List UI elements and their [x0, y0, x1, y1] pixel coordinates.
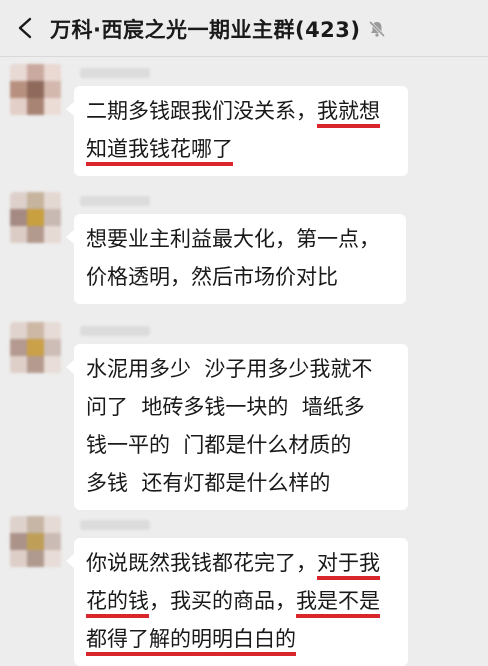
- sender-name-blurred: [80, 520, 150, 530]
- bell-muted-icon: [368, 20, 386, 38]
- underlined-text: 花的钱: [86, 589, 149, 618]
- message-text: 水泥用多少 沙子用多少我就不: [86, 357, 373, 381]
- message-line: 二期多钱跟我们没关系，我就想: [86, 92, 396, 130]
- message-line: 都得了解的明明白白的: [86, 620, 396, 658]
- message-line: 想要业主利益最大化，第一点，: [86, 220, 394, 258]
- avatar[interactable]: [10, 516, 62, 568]
- chat-header: 万科·西宸之光一期业主群(423): [0, 0, 488, 57]
- message-line: 花的钱，我买的商品，我是不是: [86, 582, 396, 620]
- message-text: 二期多钱跟我们没关系，: [86, 99, 317, 123]
- message-text: 问了 地砖多钱一块的 墙纸多: [86, 395, 365, 419]
- underlined-text: 对于我: [317, 551, 380, 580]
- chevron-left-icon[interactable]: [14, 16, 38, 40]
- message-text: 价格透明，然后市场价对比: [86, 265, 338, 289]
- underlined-text: 我是不是: [296, 589, 380, 618]
- underlined-text: 都得了解的明明白白的: [86, 627, 296, 656]
- sender-name-blurred: [80, 68, 150, 78]
- message-text: 想要业主利益最大化，第一点，: [86, 227, 380, 251]
- message-text: 钱一平的 门都是什么材质的: [86, 433, 352, 457]
- message-line: 钱一平的 门都是什么材质的: [86, 426, 396, 464]
- message-text: 多钱 还有灯都是什么样的: [86, 471, 331, 495]
- message-bubble[interactable]: 二期多钱跟我们没关系，我就想 知道我钱花哪了: [66, 86, 408, 176]
- message-line: 价格透明，然后市场价对比: [86, 258, 394, 296]
- message-bubble[interactable]: 想要业主利益最大化，第一点， 价格透明，然后市场价对比: [66, 214, 406, 304]
- avatar[interactable]: [10, 322, 62, 374]
- sender-name-blurred: [80, 196, 150, 206]
- message-bubble[interactable]: 水泥用多少 沙子用多少我就不 问了 地砖多钱一块的 墙纸多 钱一平的 门都是什么…: [66, 344, 408, 510]
- message-line: 多钱 还有灯都是什么样的: [86, 464, 396, 502]
- avatar[interactable]: [10, 192, 62, 244]
- underlined-text: 知道我钱花哪了: [86, 137, 233, 166]
- sender-name-blurred: [80, 326, 150, 336]
- message-text: 你说既然我钱都花完了，: [86, 551, 317, 575]
- message-line: 水泥用多少 沙子用多少我就不: [86, 350, 396, 388]
- chat-title: 万科·西宸之光一期业主群(423): [50, 18, 361, 42]
- message-line: 知道我钱花哪了: [86, 130, 396, 168]
- message-bubble[interactable]: 你说既然我钱都花完了，对于我 花的钱，我买的商品，我是不是 都得了解的明明白白的: [66, 538, 408, 666]
- message-line: 你说既然我钱都花完了，对于我: [86, 544, 396, 582]
- underlined-text: 我就想: [317, 99, 380, 128]
- message-text: ，我买的商品，: [149, 589, 296, 613]
- avatar[interactable]: [10, 64, 62, 116]
- message-line: 问了 地砖多钱一块的 墙纸多: [86, 388, 396, 426]
